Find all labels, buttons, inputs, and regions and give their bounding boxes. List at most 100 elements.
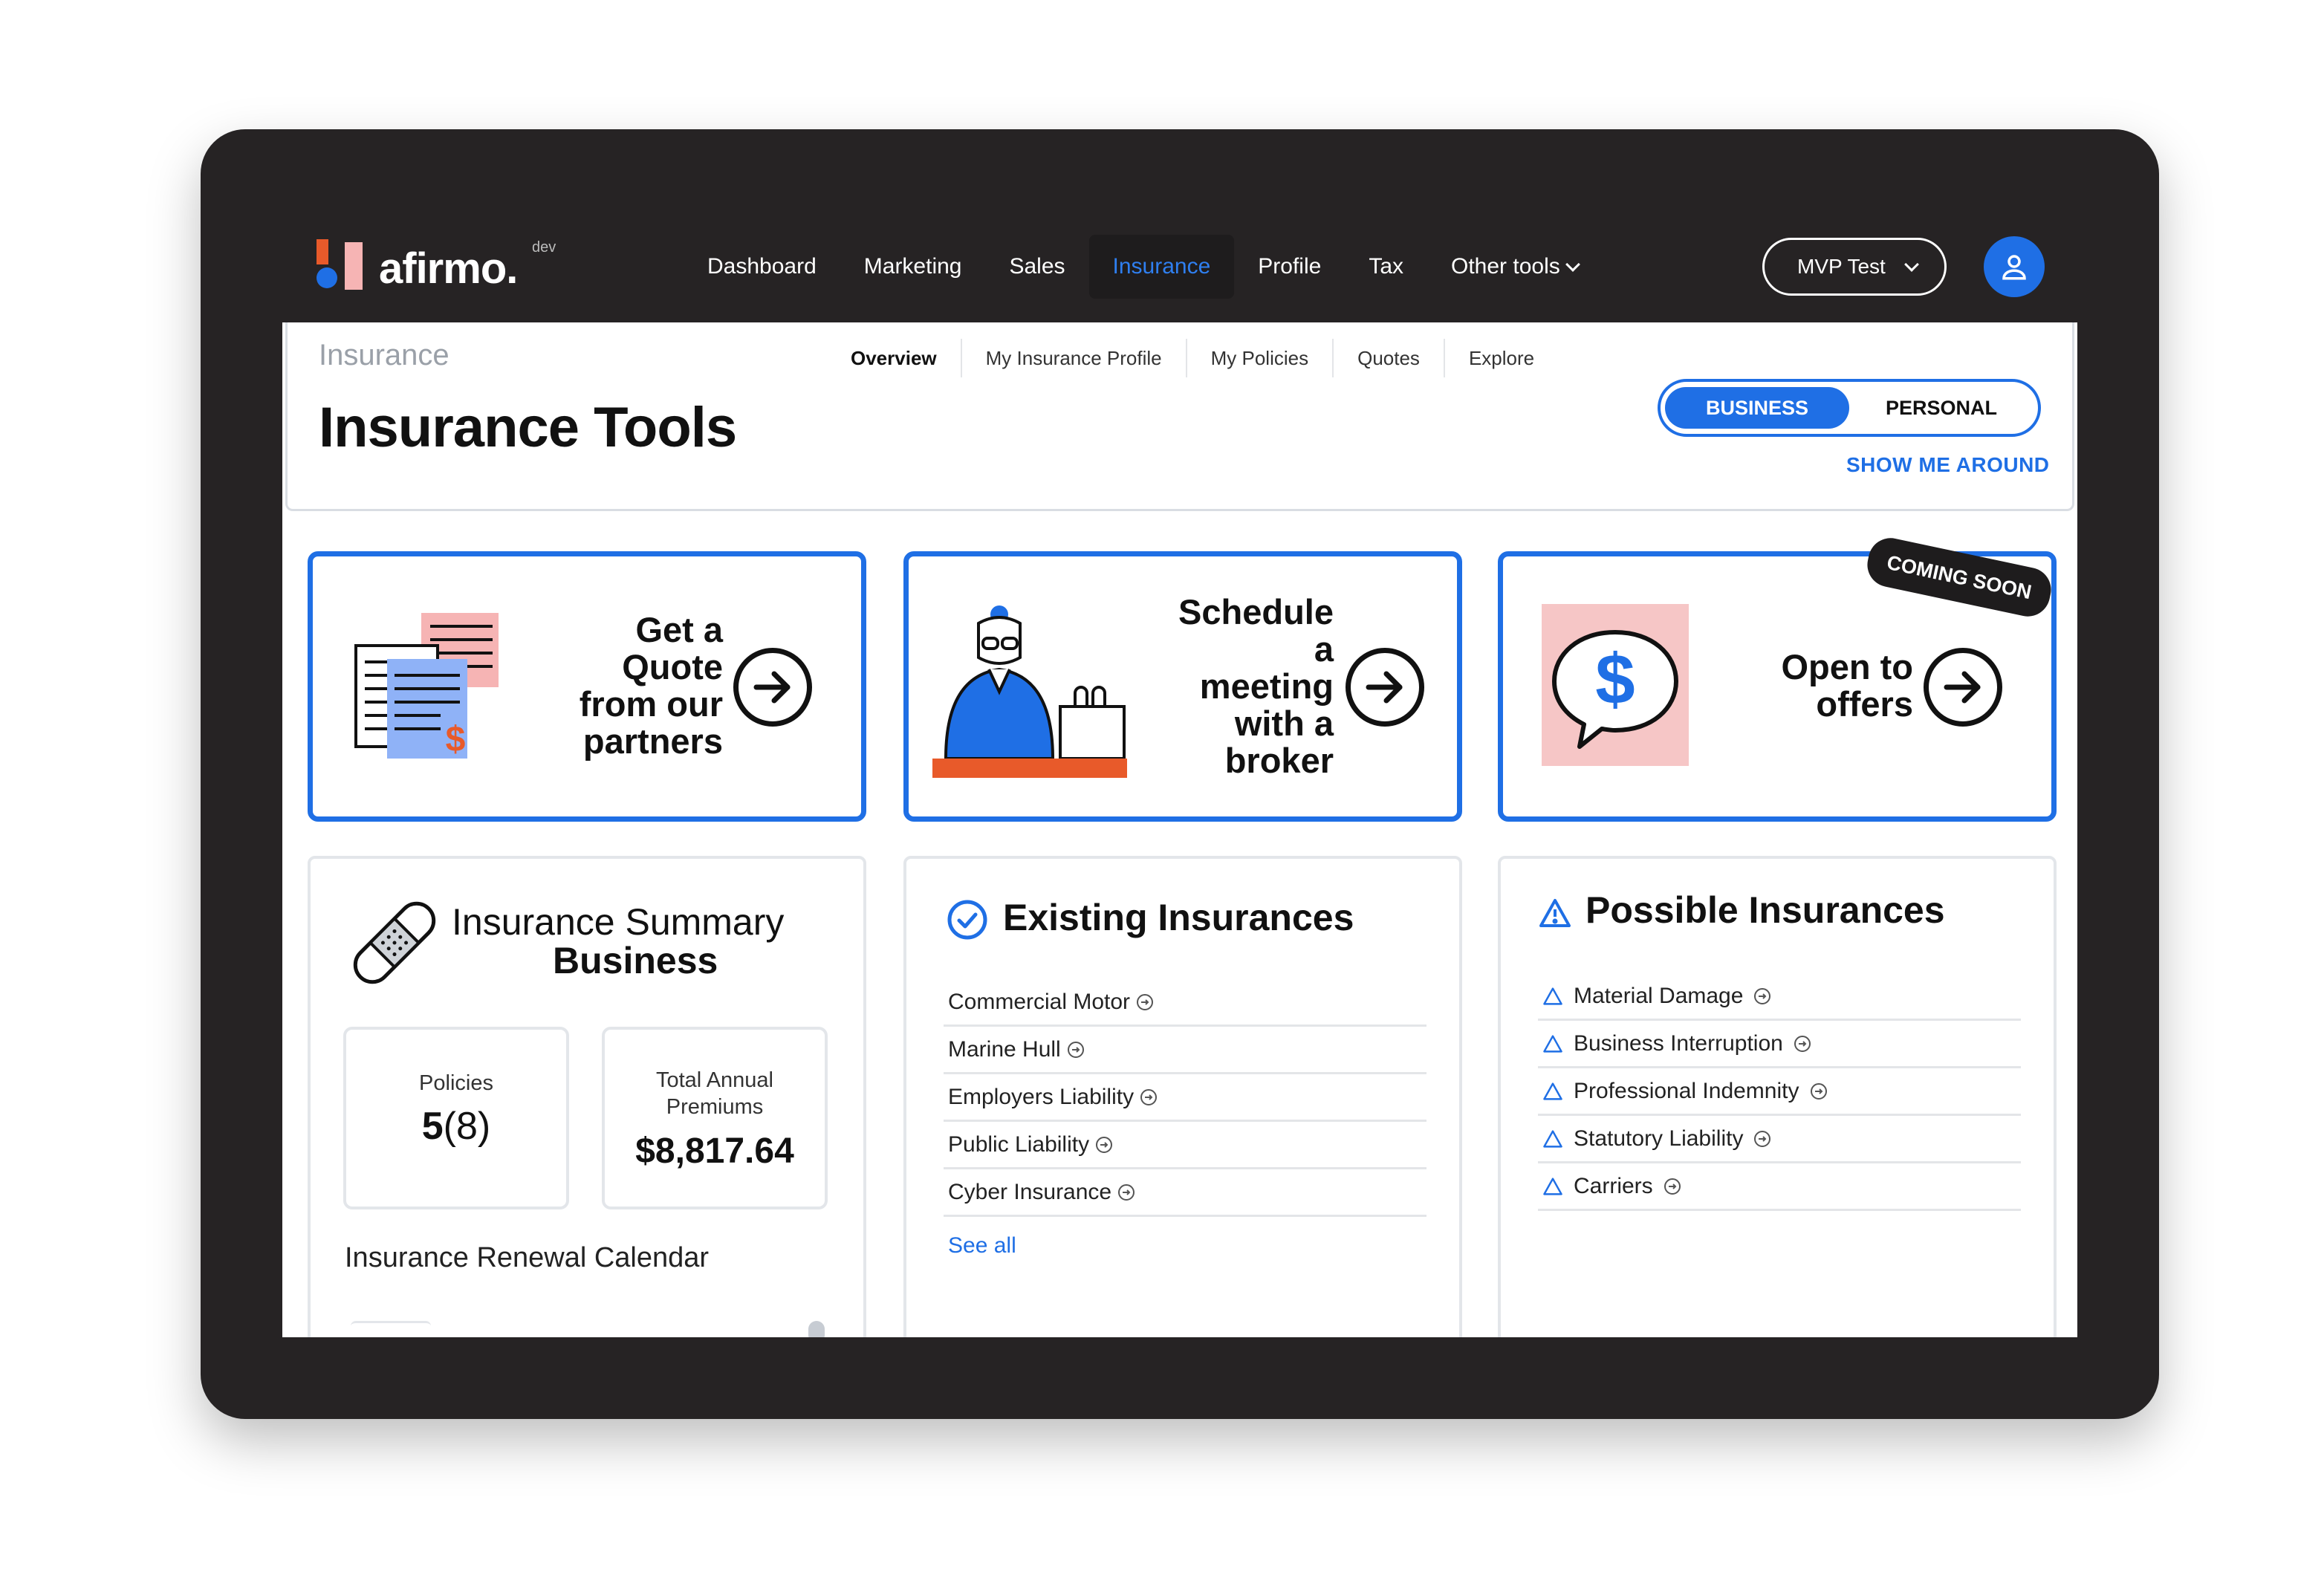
- user-avatar-button[interactable]: [1984, 236, 2045, 297]
- possible-item-carriers[interactable]: Carriers: [1538, 1163, 2021, 1211]
- nav-item-other-tools[interactable]: Other tools: [1427, 235, 1602, 299]
- existing-list: Commercial Motor Marine Hull Employers L…: [944, 979, 1426, 1217]
- existing-item-cyber-insurance[interactable]: Cyber Insurance: [944, 1169, 1426, 1217]
- bandage-icon: [353, 901, 436, 984]
- get-quote-line: from our: [579, 684, 723, 724]
- svg-text:$: $: [446, 720, 466, 759]
- arrow-circle-icon: [1664, 1178, 1681, 1195]
- warning-triangle-icon: [1543, 1082, 1562, 1100]
- open-to-offers-label: Open to offers: [1781, 649, 1913, 723]
- arrow-circle-icon: [1754, 1130, 1771, 1147]
- logo-mark-dot: [317, 267, 337, 288]
- list-item-label: Material Damage: [1574, 983, 1744, 1008]
- nav-item-tax[interactable]: Tax: [1345, 235, 1427, 299]
- existing-item-commercial-motor[interactable]: Commercial Motor: [944, 979, 1426, 1027]
- get-quote-card[interactable]: $ Get a Quote from our partners: [308, 551, 866, 822]
- nav-item-profile[interactable]: Profile: [1234, 235, 1345, 299]
- premiums-stat: Total Annual Premiums $8,817.64: [602, 1027, 828, 1209]
- tab-my-policies[interactable]: My Policies: [1187, 339, 1334, 377]
- breadcrumb[interactable]: Insurance: [319, 339, 449, 372]
- logo-mark-orange: [317, 239, 328, 264]
- warning-triangle-icon: [1539, 899, 1571, 927]
- list-item-label: Marine Hull: [948, 1036, 1061, 1062]
- possible-item-material-damage[interactable]: Material Damage: [1538, 973, 2021, 1021]
- show-me-around-link[interactable]: SHOW ME AROUND: [1846, 453, 2050, 477]
- renewal-calendar-label: Insurance Renewal Calendar: [345, 1242, 710, 1273]
- quote-documents-icon: $: [354, 613, 499, 759]
- chevron-down-icon: [1565, 257, 1580, 272]
- nav-item-other-tools-label: Other tools: [1451, 254, 1560, 279]
- warning-triangle-icon: [1543, 1129, 1562, 1148]
- arrow-circle-icon: [1140, 1088, 1158, 1105]
- arrow-right-icon: [1346, 648, 1424, 727]
- premiums-label: Total Annual Premiums: [655, 1068, 773, 1119]
- arrow-right-icon: [733, 648, 812, 727]
- schedule-line: with a: [1234, 704, 1334, 743]
- tab-explore[interactable]: Explore: [1445, 339, 1558, 377]
- schedule-line: a: [1314, 629, 1334, 669]
- calendar-scroll-hint: [351, 1321, 431, 1331]
- possible-item-professional-indemnity[interactable]: Professional Indemnity: [1538, 1068, 2021, 1116]
- summary-subtitle: Business: [553, 940, 718, 981]
- premiums-value: $8,817.64: [635, 1131, 794, 1171]
- broker-meeting-icon: [932, 605, 1127, 778]
- schedule-meeting-card[interactable]: Schedule a meeting with a broker: [903, 551, 1462, 822]
- possible-insurances-card: Possible Insurances Material Damage Busi…: [1498, 856, 2057, 1337]
- tab-my-insurance-profile[interactable]: My Insurance Profile: [962, 339, 1187, 377]
- page-title: Insurance Tools: [319, 396, 737, 459]
- warning-triangle-icon: [1543, 987, 1562, 1005]
- nav-item-insurance[interactable]: Insurance: [1088, 235, 1235, 299]
- list-item-label: Public Liability: [948, 1131, 1090, 1157]
- nav-item-marketing[interactable]: Marketing: [840, 235, 986, 299]
- toggle-business[interactable]: BUSINESS: [1665, 387, 1849, 429]
- svg-text:$: $: [1595, 640, 1635, 719]
- account-dropdown[interactable]: MVP Test: [1762, 238, 1947, 296]
- arrow-circle-icon: [1137, 993, 1154, 1010]
- get-quote-label: Get a Quote from our partners: [580, 611, 723, 760]
- toggle-personal[interactable]: PERSONAL: [1849, 387, 2034, 429]
- see-all-link[interactable]: See all: [948, 1233, 1016, 1259]
- existing-title: Existing Insurances: [1003, 897, 1354, 938]
- arrow-circle-icon: [1794, 1035, 1811, 1052]
- existing-insurances-card: Existing Insurances Commercial Motor Mar…: [903, 856, 1462, 1337]
- policies-stat: Policies 5(8): [343, 1027, 569, 1209]
- list-item-label: Statutory Liability: [1574, 1126, 1744, 1151]
- existing-item-public-liability[interactable]: Public Liability: [944, 1122, 1426, 1169]
- existing-item-marine-hull[interactable]: Marine Hull: [944, 1027, 1426, 1074]
- check-circle-icon: [947, 900, 987, 940]
- afirmo-logo[interactable]: afirmo. dev: [317, 239, 569, 294]
- arrow-circle-icon: [1810, 1082, 1827, 1100]
- tab-quotes[interactable]: Quotes: [1334, 339, 1445, 377]
- account-name: MVP Test: [1797, 255, 1886, 278]
- schedule-meeting-label: Schedule a meeting with a broker: [1178, 594, 1334, 779]
- policies-count: 5: [421, 1105, 444, 1148]
- policies-label: Policies: [419, 1071, 493, 1095]
- logo-wordmark: afirmo.: [379, 244, 518, 293]
- arrow-circle-icon: [1067, 1041, 1084, 1058]
- nav-item-dashboard[interactable]: Dashboard: [684, 235, 840, 299]
- policies-total: (8): [443, 1105, 491, 1148]
- get-quote-line: Get a: [635, 610, 723, 649]
- schedule-line: Schedule: [1178, 592, 1334, 631]
- list-item-label: Commercial Motor: [948, 989, 1131, 1014]
- possible-item-business-interruption[interactable]: Business Interruption: [1538, 1021, 2021, 1068]
- app-screen: afirmo. dev Dashboard Marketing Sales In…: [282, 210, 2077, 1337]
- dollar-speech-bubble-icon: $: [1542, 604, 1689, 766]
- nav-item-sales[interactable]: Sales: [985, 235, 1088, 299]
- business-personal-toggle: BUSINESS PERSONAL: [1658, 379, 2041, 437]
- tab-overview[interactable]: Overview: [827, 339, 962, 377]
- main-nav: Dashboard Marketing Sales Insurance Prof…: [684, 235, 1602, 299]
- list-item-label: Carriers: [1574, 1173, 1653, 1198]
- existing-item-employers-liability[interactable]: Employers Liability: [944, 1074, 1426, 1122]
- list-item-label: Employers Liability: [948, 1084, 1135, 1109]
- scrollbar-thumb[interactable]: [808, 1321, 825, 1337]
- list-item-label: Cyber Insurance: [948, 1179, 1112, 1204]
- top-navbar: afirmo. dev Dashboard Marketing Sales In…: [282, 210, 2077, 322]
- page-header: Insurance Insurance Tools Overview My In…: [285, 322, 2074, 511]
- possible-title: Possible Insurances: [1585, 889, 1945, 931]
- policies-value: 5(8): [346, 1104, 566, 1149]
- arrow-circle-icon: [1096, 1136, 1113, 1153]
- possible-item-statutory-liability[interactable]: Statutory Liability: [1538, 1116, 2021, 1163]
- sub-tabs: Overview My Insurance Profile My Policie…: [827, 339, 1558, 377]
- offers-line: offers: [1816, 684, 1913, 724]
